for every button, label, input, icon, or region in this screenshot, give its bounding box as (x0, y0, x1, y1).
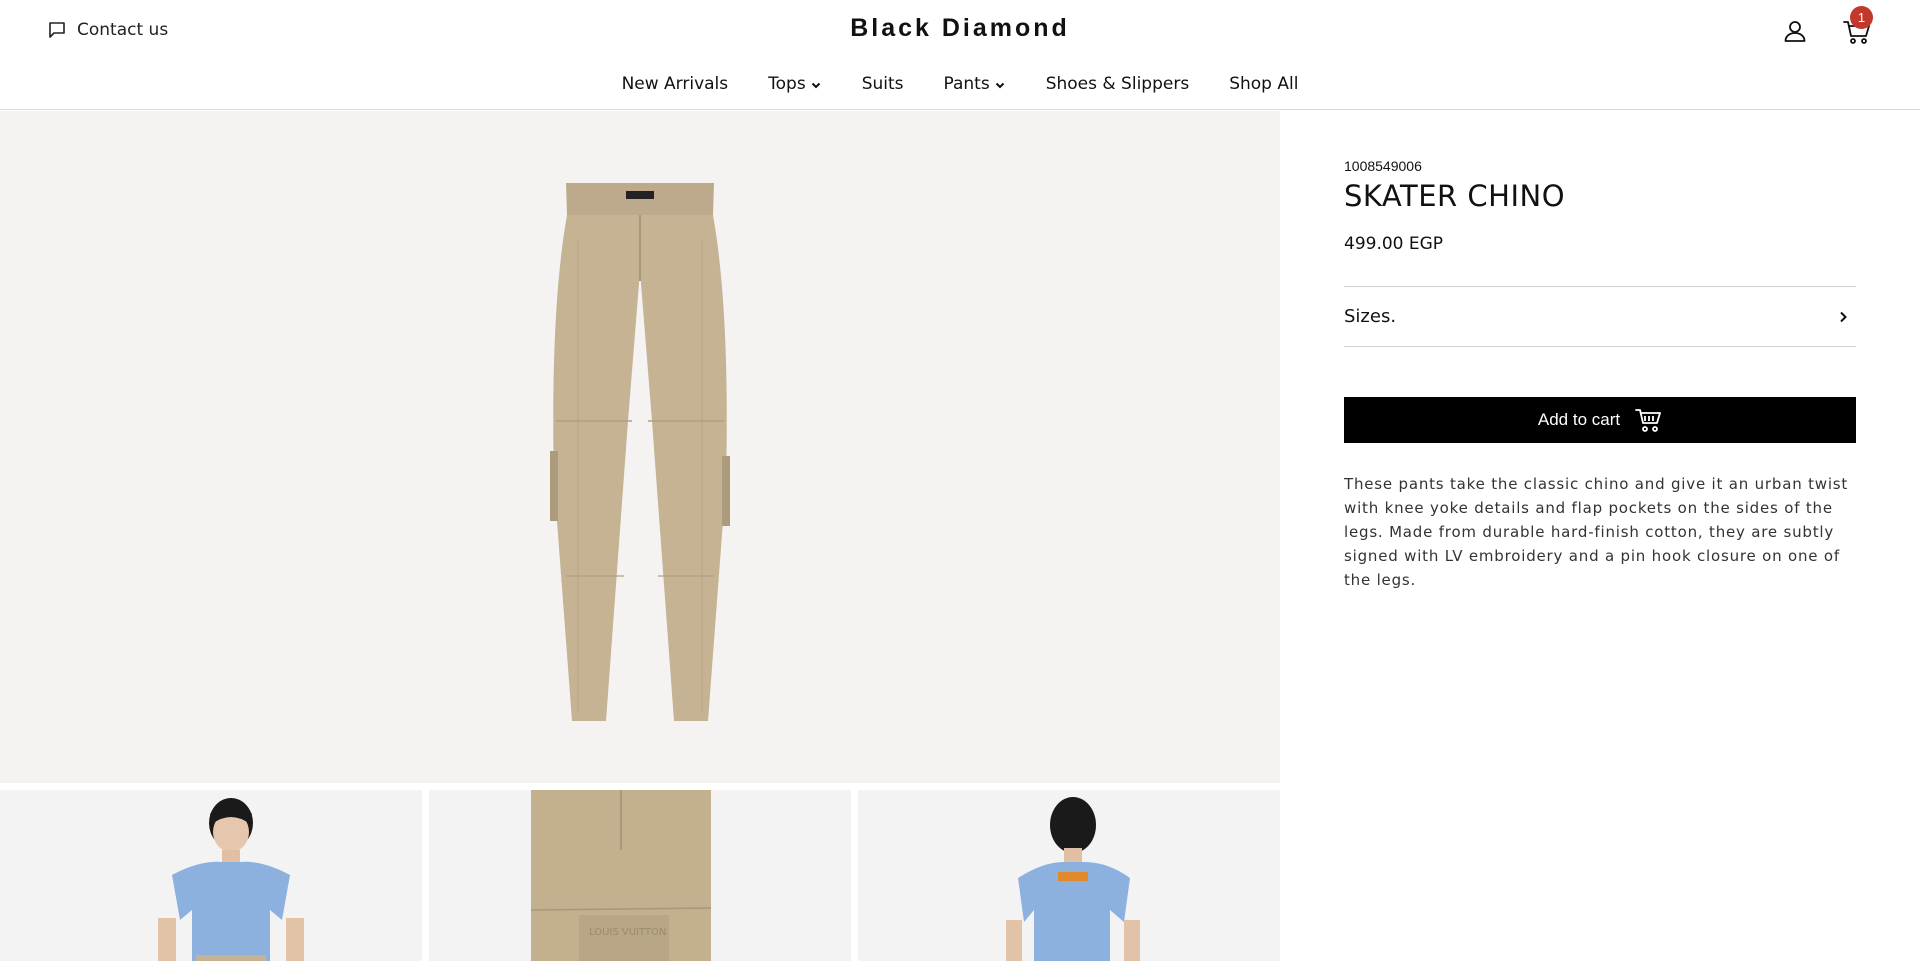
site-header: Contact us Black Diamond 1 New Arrivals … (0, 0, 1920, 110)
nav-label: Pants (943, 74, 990, 94)
nav-shoes-slippers[interactable]: Shoes & Slippers (1026, 74, 1209, 94)
nav-label: Tops (768, 74, 806, 94)
product-sku: 1008549006 (1344, 158, 1422, 174)
nav-tops[interactable]: Tops (748, 74, 842, 94)
thumbnail-model-front[interactable] (0, 790, 422, 961)
nav-new-arrivals[interactable]: New Arrivals (602, 74, 749, 94)
pants-leg-detail-image: LOUIS VUITTON (429, 790, 851, 961)
nav-suits[interactable]: Suits (842, 74, 924, 94)
thumbnail-model-back[interactable] (858, 790, 1280, 961)
thumbnail-pants-detail[interactable]: LOUIS VUITTON (429, 790, 851, 961)
brand-logo[interactable]: Black Diamond (0, 14, 1920, 43)
cart-icon (1635, 409, 1662, 432)
add-to-cart-label: Add to cart (1537, 410, 1621, 429)
product-title: SKATER CHINO (1344, 179, 1566, 213)
main-nav: New Arrivals Tops Suits Pants Shoes & Sl… (0, 70, 1920, 98)
product-description: These pants take the classic chino and g… (1344, 475, 1849, 589)
model-front-image (0, 790, 422, 961)
account-icon[interactable] (1782, 18, 1808, 44)
cart-count-badge: 1 (1850, 6, 1873, 29)
nav-label: Suits (861, 74, 904, 94)
svg-text:LOUIS VUITTON: LOUIS VUITTON (589, 927, 666, 938)
sizes-selector[interactable]: Sizes. (1344, 286, 1856, 347)
chevron-down-icon (995, 82, 1004, 89)
main-product-image[interactable] (0, 111, 1280, 783)
add-to-cart-button[interactable]: Add to cart (1344, 397, 1856, 443)
nav-shop-all[interactable]: Shop All (1209, 74, 1318, 94)
nav-label: Shoes & Slippers (1045, 74, 1190, 94)
chevron-right-icon (1840, 311, 1847, 322)
nav-pants[interactable]: Pants (924, 74, 1026, 94)
khaki-cargo-pants-image (550, 183, 730, 721)
nav-label: New Arrivals (621, 74, 729, 94)
chevron-down-icon (811, 82, 820, 89)
sizes-label: Sizes. (1344, 306, 1397, 327)
nav-label: Shop All (1229, 74, 1299, 94)
product-price: 499.00 EGP (1344, 234, 1444, 254)
model-back-image (858, 790, 1280, 961)
